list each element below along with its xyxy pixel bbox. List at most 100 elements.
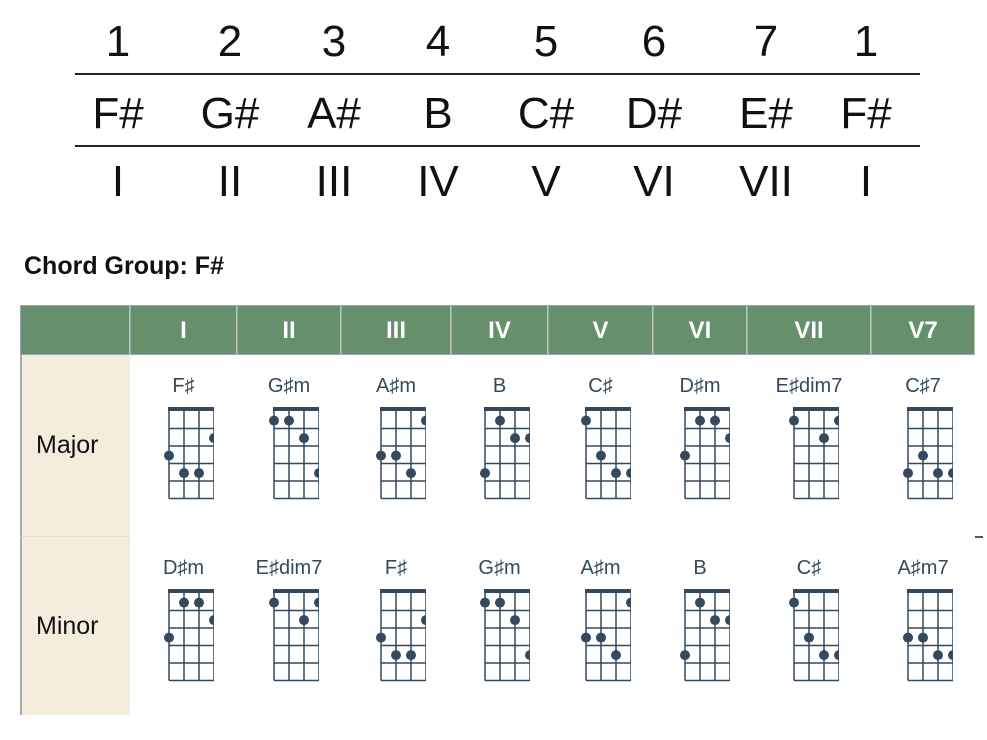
header-iv: IV <box>451 305 548 355</box>
finger-dot <box>376 632 386 643</box>
scale-note: F# <box>92 89 144 138</box>
scale-numeral: VII <box>739 157 793 206</box>
row-label-text: Minor <box>36 611 99 640</box>
scale-divider <box>75 73 920 75</box>
finger-dot <box>610 650 621 661</box>
nut <box>793 407 839 411</box>
nut <box>167 407 214 411</box>
scale-degree: 4 <box>425 17 451 66</box>
finger-dot <box>918 450 928 461</box>
fretboard-grid <box>479 589 530 682</box>
row-label-minor: Minor <box>20 537 130 715</box>
nut <box>793 589 839 593</box>
chord-name: E♯dim7 <box>775 375 843 397</box>
finger-dot <box>314 597 319 608</box>
header-ii: II <box>237 305 341 355</box>
finger-dot <box>610 468 621 479</box>
finger-dot <box>695 415 705 426</box>
finger-dot <box>933 468 943 479</box>
finger-dot <box>269 415 279 426</box>
finger-dot <box>406 468 416 479</box>
row-label-major: Major <box>20 355 130 537</box>
finger-dot <box>163 450 174 461</box>
finger-dot <box>421 415 426 426</box>
nut <box>584 407 631 411</box>
nut <box>584 589 631 593</box>
scale-numeral: VI <box>633 157 675 206</box>
finger-dot <box>284 415 294 426</box>
fretboard-grid <box>479 407 530 500</box>
nut <box>684 589 730 593</box>
scale-degree: 1 <box>853 17 879 66</box>
row-label-text: Major <box>36 431 99 459</box>
scale-degree: 7 <box>753 17 779 66</box>
finger-dot <box>208 615 214 626</box>
finger-dot <box>299 433 309 444</box>
fretboard-grid <box>903 589 953 682</box>
finger-dot <box>479 468 490 479</box>
finger-dot <box>789 415 799 426</box>
chord-name: B <box>492 375 507 397</box>
finger-dot <box>725 433 730 444</box>
header-vii: VII <box>747 305 871 355</box>
chord-name: A♯m <box>580 557 621 579</box>
finger-dot <box>299 615 309 626</box>
fretboard-grid <box>376 407 426 500</box>
scale-numeral: I <box>859 157 873 206</box>
finger-dot <box>834 650 839 661</box>
fretboard-grid <box>580 407 631 500</box>
header-iii: III <box>341 305 451 355</box>
scale-note: F# <box>840 89 892 138</box>
nut <box>684 407 730 411</box>
scale-numeral: I <box>111 157 125 206</box>
finger-dot <box>903 468 913 479</box>
scale-degree: 1 <box>105 17 131 66</box>
finger-dot <box>680 450 690 461</box>
scale-note: D# <box>625 89 683 138</box>
scale-note: B <box>423 89 453 138</box>
chord-name: D♯m <box>679 375 721 397</box>
scale-degree: 3 <box>321 17 347 66</box>
scale-note: A# <box>307 89 361 138</box>
chord-name: A♯m <box>376 375 416 397</box>
chord-name: C♯ <box>796 557 822 579</box>
finger-dot <box>834 415 839 426</box>
chord-table: I II III IV V VI VII V7 Major F♯ G♯m A♯m B C♯ D♯m E♯dim… <box>20 305 975 715</box>
finger-dot <box>933 650 943 661</box>
finger-dot <box>948 468 953 479</box>
finger-dot <box>509 615 520 626</box>
finger-dot <box>479 597 490 608</box>
scale-degree: 6 <box>641 17 667 66</box>
scale-numeral: IV <box>417 157 459 206</box>
scale-numeral: V <box>531 157 561 206</box>
scale-numeral: III <box>315 157 353 206</box>
fretboard-grid <box>680 589 730 682</box>
finger-dot <box>903 632 913 643</box>
finger-dot <box>680 650 690 661</box>
finger-dot <box>178 597 189 608</box>
chord-name: G♯m <box>267 375 311 397</box>
fretboard-grid <box>376 589 426 682</box>
chord-name: G♯m <box>478 557 521 579</box>
fretboard-grid <box>580 589 631 682</box>
fretboard-grid <box>680 407 730 500</box>
fretboard-grid <box>269 407 319 500</box>
finger-dot <box>163 632 174 643</box>
chord-name: C♯7 <box>905 375 941 397</box>
finger-dot <box>948 650 953 661</box>
finger-dot <box>819 650 829 661</box>
nut <box>907 589 953 593</box>
header-v: V <box>548 305 653 355</box>
nut <box>483 407 530 411</box>
finger-dot <box>595 632 606 643</box>
nut <box>380 407 426 411</box>
nut <box>380 589 426 593</box>
finger-dot <box>625 468 631 479</box>
finger-dot <box>710 615 720 626</box>
edge-marker <box>975 536 983 538</box>
finger-dot <box>314 468 319 479</box>
fretboard-grid <box>269 589 319 682</box>
finger-dot <box>208 433 214 444</box>
finger-dot <box>595 450 606 461</box>
fretboard-grid <box>789 589 839 682</box>
